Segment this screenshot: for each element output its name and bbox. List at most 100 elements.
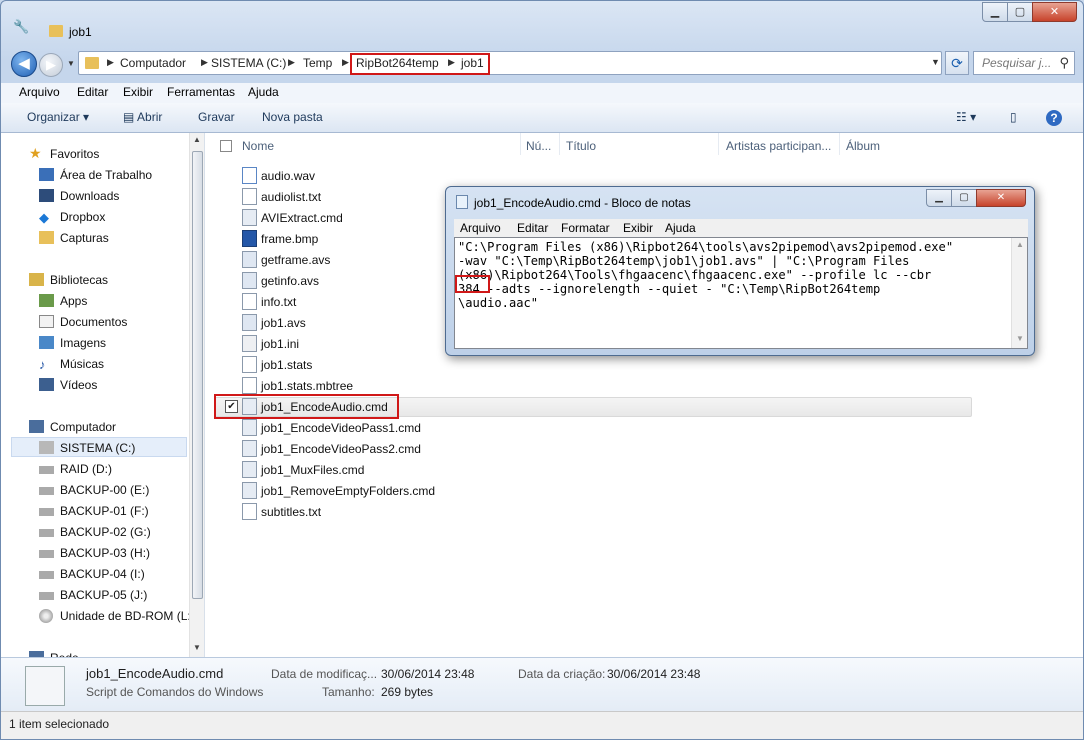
menu-ajuda[interactable]: Ajuda: [248, 85, 279, 99]
notepad-scrollbar[interactable]: ▲ ▼: [1011, 238, 1027, 348]
menu-arquivo[interactable]: Arquivo: [19, 85, 60, 99]
sidebar-item-drive[interactable]: BACKUP-05 (J:): [60, 588, 147, 602]
list-item[interactable]: job1.stats.mbtree: [236, 375, 976, 396]
preview-pane-icon[interactable]: ▯: [1010, 110, 1017, 124]
maximize-button[interactable]: ▢: [951, 189, 977, 207]
chevron-down-icon[interactable]: ▼: [931, 57, 940, 67]
sidebar-item-drive[interactable]: BACKUP-01 (F:): [60, 504, 149, 518]
search-input[interactable]: Pesquisar j... ⚲: [973, 51, 1075, 75]
status-bar: 1 item selecionado: [1, 711, 1083, 739]
breadcrumb-item[interactable]: Computador: [120, 56, 186, 70]
file-name: job1_EncodeVideoPass2.cmd: [261, 442, 421, 456]
minimize-button[interactable]: ▁: [982, 2, 1008, 22]
sidebar-item-desktop[interactable]: Área de Trabalho: [60, 168, 152, 182]
column-divider[interactable]: [839, 133, 840, 155]
maximize-button[interactable]: ▢: [1007, 2, 1033, 22]
scroll-down-icon[interactable]: ▼: [193, 643, 201, 652]
sidebar-item-drive[interactable]: RAID (D:): [60, 462, 112, 476]
scroll-up-icon[interactable]: ▲: [193, 135, 201, 144]
sidebar-item-drive[interactable]: Unidade de BD-ROM (L:): [60, 609, 195, 623]
notepad-text-area[interactable]: "C:\Program Files (x86)\Ripbot264\tools\…: [454, 237, 1028, 349]
sidebar-item-drive[interactable]: SISTEMA (C:): [60, 441, 135, 455]
sidebar-header-libraries[interactable]: Bibliotecas: [50, 273, 108, 287]
sidebar-scrollbar[interactable]: ▲ ▼: [189, 133, 204, 657]
sidebar-item-drive[interactable]: BACKUP-03 (H:): [60, 546, 150, 560]
sidebar-item-capturas[interactable]: Capturas: [60, 231, 109, 245]
status-text: 1 item selecionado: [9, 717, 110, 731]
column-divider[interactable]: [520, 133, 521, 155]
list-item[interactable]: audio.wav: [236, 165, 976, 186]
wrench-icon[interactable]: 🔧: [13, 19, 29, 35]
list-item[interactable]: job1_EncodeVideoPass1.cmd: [236, 417, 976, 438]
scrollbar-thumb[interactable]: [192, 151, 203, 599]
search-icon[interactable]: ⚲: [1059, 55, 1069, 71]
chevron-right-icon[interactable]: ▶: [288, 57, 295, 68]
list-item[interactable]: job1_RemoveEmptyFolders.cmd: [236, 480, 976, 501]
chevron-right-icon[interactable]: ▶: [201, 57, 208, 68]
sidebar-header-computer[interactable]: Computador: [50, 420, 116, 434]
refresh-button[interactable]: ⟳: [945, 51, 969, 75]
new-folder-button[interactable]: Nova pasta: [262, 110, 323, 124]
back-button[interactable]: ◀: [11, 51, 37, 77]
organize-label: Organizar: [27, 110, 80, 124]
file-name: getinfo.avs: [261, 274, 320, 288]
sidebar-item-drive[interactable]: BACKUP-02 (G:): [60, 525, 151, 539]
breadcrumb-item[interactable]: SISTEMA (C:): [211, 56, 286, 70]
cmd-file-icon: [242, 419, 257, 436]
sidebar-item-apps[interactable]: Apps: [60, 294, 87, 308]
chevron-right-icon[interactable]: ▶: [342, 57, 349, 68]
organize-button[interactable]: Organizar ▾: [27, 110, 89, 124]
select-all-checkbox[interactable]: [220, 140, 232, 152]
menu-ajuda[interactable]: Ajuda: [665, 221, 696, 235]
file-name: job1_RemoveEmptyFolders.cmd: [261, 484, 436, 498]
menu-arquivo[interactable]: Arquivo: [460, 221, 501, 235]
list-item[interactable]: job1_EncodeVideoPass2.cmd: [236, 438, 976, 459]
sidebar-item-drive[interactable]: BACKUP-00 (E:): [60, 483, 149, 497]
column-header-album[interactable]: Álbum: [846, 139, 880, 153]
scroll-down-icon[interactable]: ▼: [1016, 334, 1024, 343]
history-dropdown-icon[interactable]: ▼: [67, 59, 75, 68]
sidebar-item-documentos[interactable]: Documentos: [60, 315, 127, 329]
sidebar-item-drive[interactable]: BACKUP-04 (I:): [60, 567, 145, 581]
scroll-up-icon[interactable]: ▲: [1016, 240, 1024, 249]
column-header-name[interactable]: Nome: [242, 139, 274, 153]
forward-button[interactable]: ▶: [39, 53, 63, 77]
close-button[interactable]: ✕: [1032, 2, 1077, 22]
close-button[interactable]: ✕: [976, 189, 1026, 207]
sidebar-item-dropbox[interactable]: Dropbox: [60, 210, 105, 224]
sidebar-header-favorites[interactable]: Favoritos: [50, 147, 99, 161]
notepad-window[interactable]: job1_EncodeAudio.cmd - Bloco de notas ▁ …: [445, 186, 1035, 356]
list-item[interactable]: subtitles.txt: [236, 501, 976, 522]
menu-exibir[interactable]: Exibir: [623, 221, 653, 235]
list-item[interactable]: job1.stats: [236, 354, 976, 375]
title-bar[interactable]: 🔧 job1 ▁ ▢ ✕: [1, 1, 1083, 39]
sidebar-item-videos[interactable]: Vídeos: [60, 378, 97, 392]
breadcrumb-item[interactable]: Temp: [303, 56, 332, 70]
notepad-content: "C:\Program Files (x86)\Ripbot264\tools\…: [458, 240, 954, 310]
chevron-right-icon[interactable]: ▶: [107, 57, 114, 68]
menu-formatar[interactable]: Formatar: [561, 221, 610, 235]
cmd-file-icon: [25, 666, 65, 706]
column-divider[interactable]: [718, 133, 719, 155]
help-icon[interactable]: ?: [1046, 110, 1062, 126]
sidebar-item-downloads[interactable]: Downloads: [60, 189, 119, 203]
column-divider[interactable]: [559, 133, 560, 155]
column-header-title[interactable]: Título: [566, 139, 596, 153]
list-item[interactable]: job1_EncodeAudio.cmd: [236, 396, 976, 417]
minimize-button[interactable]: ▁: [926, 189, 952, 207]
view-options-icon[interactable]: ☷ ▾: [956, 110, 976, 124]
menu-exibir[interactable]: Exibir: [123, 85, 153, 99]
sidebar-item-imagens[interactable]: Imagens: [60, 336, 106, 350]
burn-button[interactable]: Gravar: [198, 110, 235, 124]
address-bar[interactable]: ▶ Computador ▶ SISTEMA (C:) ▶ Temp ▶ Rip…: [78, 51, 942, 75]
list-item[interactable]: job1_MuxFiles.cmd: [236, 459, 976, 480]
dropbox-icon: ◆: [39, 210, 49, 225]
open-button[interactable]: ▤ Abrir: [123, 110, 162, 124]
menu-editar[interactable]: Editar: [77, 85, 108, 99]
menu-ferramentas[interactable]: Ferramentas: [167, 85, 235, 99]
sidebar-item-musicas[interactable]: Músicas: [60, 357, 104, 371]
menu-editar[interactable]: Editar: [517, 221, 548, 235]
downloads-icon: [39, 189, 54, 202]
column-header-number[interactable]: Nú...: [526, 139, 551, 153]
column-header-artists[interactable]: Artistas participan...: [726, 139, 831, 153]
